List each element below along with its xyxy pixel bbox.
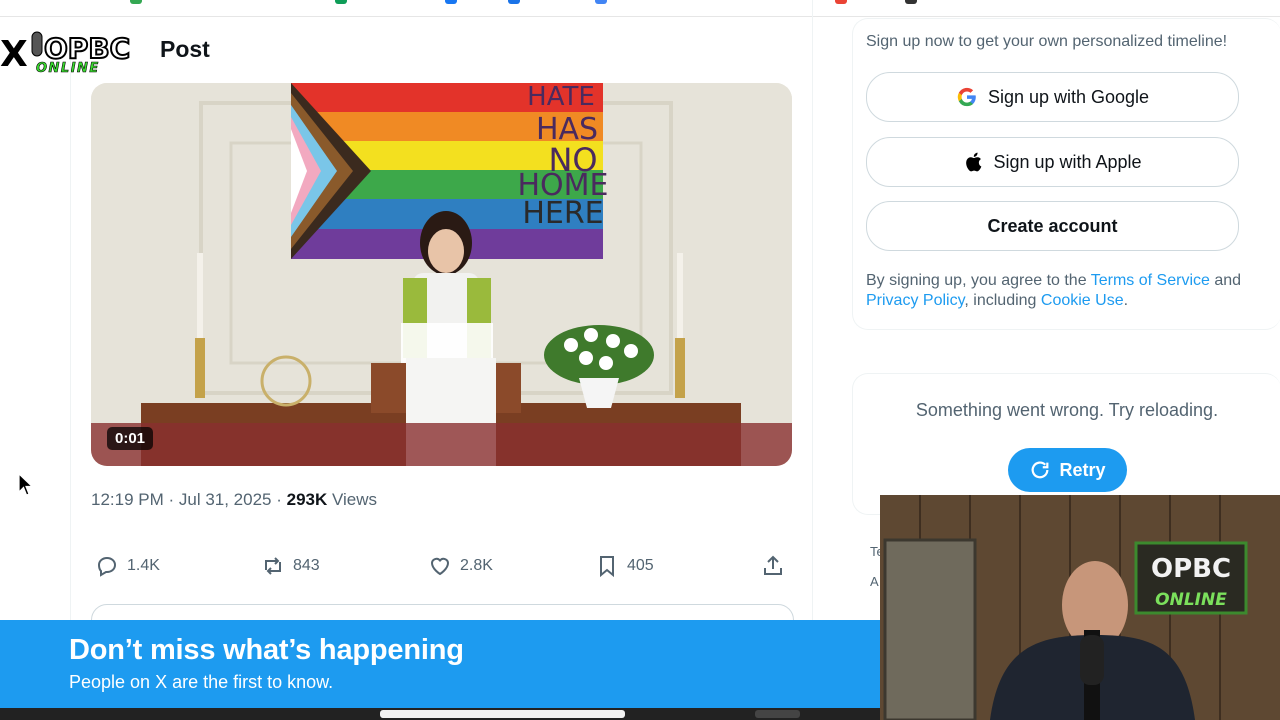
terms-text: , including xyxy=(964,292,1041,309)
bookmark-favicon[interactable] xyxy=(835,0,847,4)
bookmark-button[interactable]: 405 xyxy=(595,553,654,579)
svg-text:OPBC: OPBC xyxy=(1151,554,1231,584)
video-player[interactable]: HATE HAS NO HOME HERE xyxy=(91,83,792,466)
signup-hint: Sign up now to get your own personalized… xyxy=(866,33,1228,50)
bookmark-favicon[interactable] xyxy=(595,0,607,4)
channel-logo: X OPBC ONLINE xyxy=(0,30,150,76)
bookmark-favicon[interactable] xyxy=(335,0,347,4)
refresh-icon xyxy=(1032,461,1049,479)
cookie-use-link[interactable]: Cookie Use xyxy=(1041,292,1124,309)
reply-count: 1.4K xyxy=(127,557,160,574)
share-icon xyxy=(764,555,782,575)
svg-text:ONLINE: ONLINE xyxy=(1155,590,1227,610)
svg-text:ONLINE: ONLINE xyxy=(36,61,100,74)
signup-banner: Don’t miss what’s happening People on X … xyxy=(0,620,880,708)
svg-text:X: X xyxy=(0,34,28,74)
terms-notice: By signing up, you agree to the Terms of… xyxy=(866,271,1266,311)
bookmark-favicon[interactable] xyxy=(130,0,142,4)
svg-text:HERE: HERE xyxy=(522,196,603,231)
taskbar-segment[interactable] xyxy=(755,710,800,718)
bookmark-favicon[interactable] xyxy=(445,0,457,4)
views-label: Views xyxy=(327,490,378,509)
terms-text: and xyxy=(1209,272,1242,289)
error-message: Something went wrong. Try reloading. xyxy=(915,400,1219,420)
banner-subtitle: People on X are the first to know. xyxy=(69,672,334,692)
privacy-policy-link[interactable]: Privacy Policy xyxy=(866,292,964,309)
bookmark-icon xyxy=(600,556,614,578)
bookmark-favicon[interactable] xyxy=(905,0,917,4)
page-title: Post xyxy=(160,36,210,62)
webcam-overlay: OPBC ONLINE xyxy=(880,495,1280,720)
post-time[interactable]: 12:19 PM · Jul 31, 2025 · xyxy=(91,490,287,509)
like-button[interactable]: 2.8K xyxy=(428,553,493,579)
column-divider xyxy=(812,0,813,620)
google-label: Sign up with Google xyxy=(987,86,1150,107)
apple-label: Sign up with Apple xyxy=(993,151,1142,172)
column-divider xyxy=(70,60,71,620)
create-account-button[interactable]: Create account xyxy=(866,201,1239,251)
mouse-cursor-icon xyxy=(18,473,34,496)
taskbar-strip xyxy=(0,708,880,720)
create-account-label: Create account xyxy=(987,215,1118,236)
heart-icon xyxy=(430,557,450,576)
browser-bookmark-strip xyxy=(0,0,1280,17)
terms-text: . xyxy=(1123,292,1129,309)
post-meta: 12:19 PM · Jul 31, 2025 · 293K Views xyxy=(91,490,377,510)
svg-text:HATE: HATE xyxy=(527,83,595,112)
video-timestamp: 0:01 xyxy=(107,427,154,450)
terms-of-service-link[interactable]: Terms of Service xyxy=(1091,272,1210,289)
trends-error-card xyxy=(852,373,1280,515)
google-icon xyxy=(957,87,976,107)
share-button[interactable] xyxy=(761,553,785,579)
like-count: 2.8K xyxy=(460,557,493,574)
footer-fragment[interactable]: A xyxy=(870,574,879,589)
bookmark-count: 405 xyxy=(627,557,654,574)
views-count: 293K xyxy=(286,490,328,509)
reply-button[interactable]: 1.4K xyxy=(95,553,160,579)
apple-icon xyxy=(966,152,982,172)
signup-apple-button[interactable]: Sign up with Apple xyxy=(866,137,1239,187)
retry-label: Retry xyxy=(1059,459,1106,480)
taskbar-segment[interactable] xyxy=(380,710,625,718)
repost-icon xyxy=(265,557,281,575)
reply-icon xyxy=(97,556,117,577)
banner-title: Don’t miss what’s happening xyxy=(69,634,464,666)
repost-count: 843 xyxy=(293,557,320,574)
video-frame-scene: HATE HAS NO HOME HERE xyxy=(91,83,792,466)
terms-text: By signing up, you agree to the xyxy=(866,272,1091,289)
signup-google-button[interactable]: Sign up with Google xyxy=(866,72,1239,122)
retry-button[interactable]: Retry xyxy=(1008,448,1127,492)
bookmark-favicon[interactable] xyxy=(508,0,520,4)
webcam-scene: OPBC ONLINE xyxy=(880,495,1280,720)
repost-button[interactable]: 843 xyxy=(261,553,320,579)
